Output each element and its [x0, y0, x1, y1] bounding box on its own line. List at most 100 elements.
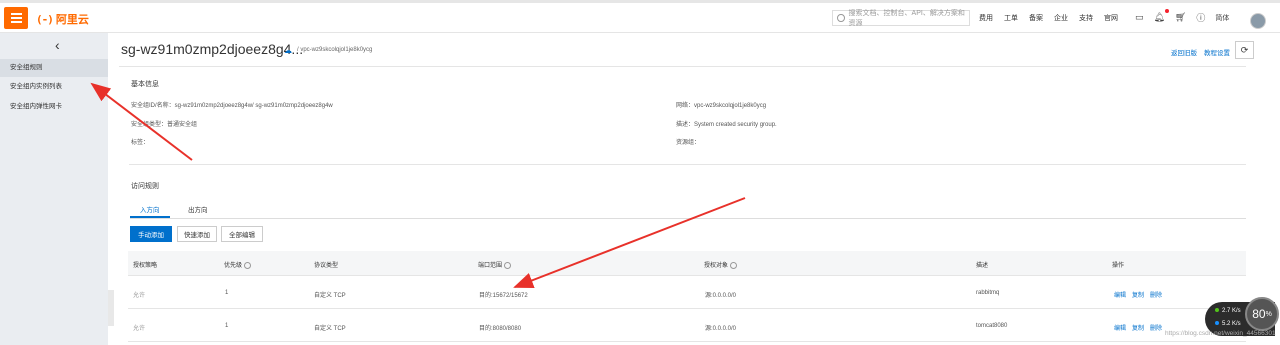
sidebar-item-eni[interactable]: 安全组内弹性网卡 [0, 98, 108, 116]
cell-port: 目的:15672/15672 [479, 293, 528, 299]
help-icon[interactable]: ⓘ [1196, 11, 1205, 24]
cloud-icon: ☁ [284, 46, 292, 55]
divider [119, 66, 1246, 67]
description-label: 描述： [676, 122, 695, 128]
main-content: sg-wz91m0zmp2djoeez8g4... ☁ / vpc-wz9skc… [114, 33, 1266, 345]
cell-policy: 允许 [133, 326, 146, 332]
upload-speed-value: 2.7 [1222, 308, 1231, 314]
cell-description: tomcat8080 [976, 323, 1008, 329]
top-icons: ▭ 🔔︎ 🛒︎ ⓘ 简体 [1135, 9, 1229, 24]
sg-type-label: 安全组类型： [131, 122, 168, 128]
delete-link[interactable]: 删除 [1150, 290, 1162, 299]
col-description: 描述 [976, 263, 989, 269]
col-priority: 优先级 [224, 260, 252, 269]
nav-billing[interactable]: 费用 [979, 13, 993, 23]
search-icon [837, 14, 845, 22]
language-switch[interactable]: 简体 [1215, 13, 1229, 23]
col-priority-label: 优先级 [224, 263, 243, 269]
page-title: sg-wz91m0zmp2djoeez8g4... [121, 41, 304, 57]
rules-title: 访问规则 [131, 183, 159, 190]
gauge-unit: % [1265, 310, 1272, 318]
direction-tabs: 入方向 出方向 [130, 202, 1246, 219]
refresh-icon: ⟳ [1240, 44, 1249, 55]
nav-icp[interactable]: 备案 [1029, 13, 1043, 23]
chevron-left-icon[interactable]: ‹ [55, 37, 60, 53]
terminal-icon[interactable]: ▭ [1135, 12, 1144, 23]
logo-mark: (-) [36, 12, 54, 26]
col-policy: 授权策略 [133, 263, 158, 269]
nav-support[interactable]: 支持 [1079, 13, 1093, 23]
nav-official-site[interactable]: 官网 [1104, 13, 1118, 23]
download-indicator-icon [1215, 321, 1219, 325]
sidebar-item-rules[interactable]: 安全组规则 [0, 59, 108, 77]
col-source: 授权对象 [704, 260, 738, 269]
refresh-button[interactable]: ⟳ [1235, 41, 1254, 59]
cell-policy: 允许 [133, 293, 146, 299]
sg-type-value: 普通安全组 [167, 122, 198, 128]
info-icon[interactable] [730, 261, 738, 269]
rules-table-header: 授权策略 优先级 协议类型 端口范围 授权对象 描述 操作 [128, 251, 1246, 276]
search-placeholder: 搜索文档、控制台、API、解决方案和资源 [848, 10, 965, 27]
browser-strip [0, 0, 1280, 3]
col-port-range: 端口范围 [478, 260, 512, 269]
info-icon[interactable] [244, 261, 252, 269]
menu-button[interactable] [4, 7, 28, 29]
sg-id-row: 安全组ID/名称：sg-wz91m0zmp2djoeez8g4w/ sg-wz9… [131, 100, 333, 109]
cell-description: rabbitmq [976, 290, 1000, 296]
basic-info-title: 基本信息 [131, 81, 159, 88]
tab-inbound[interactable]: 入方向 [140, 204, 160, 214]
info-icon[interactable] [504, 261, 512, 269]
usage-gauge[interactable]: 80% [1245, 297, 1279, 331]
cell-protocol: 自定义 TCP [314, 293, 346, 299]
col-port-label: 端口范围 [478, 263, 503, 269]
col-source-label: 授权对象 [704, 263, 729, 269]
upload-speed: 2.7 K/s [1215, 308, 1241, 314]
description-row: 描述：System created security group. [676, 119, 777, 128]
col-protocol: 协议类型 [314, 263, 339, 269]
tag-label: 标签： [131, 140, 150, 146]
sg-id-label: 安全组ID/名称： [131, 103, 175, 109]
back-to-old-link[interactable]: 返回旧版 [1171, 47, 1197, 57]
edit-all-button[interactable]: 全部编辑 [221, 226, 263, 242]
sidebar-item-instances[interactable]: 安全组内实例列表 [0, 78, 108, 96]
active-tab-indicator [130, 216, 170, 218]
cell-priority: 1 [225, 323, 229, 329]
sg-type-row: 安全组类型：普通安全组 [131, 119, 197, 128]
copy-link[interactable]: 复制 [1132, 323, 1144, 332]
tab-outbound[interactable]: 出方向 [188, 204, 208, 214]
avatar[interactable] [1250, 13, 1266, 29]
nav-ticket[interactable]: 工单 [1004, 13, 1018, 23]
top-navbar: (-) 阿里云 搜索文档、控制台、API、解决方案和资源 费用 工单 备案 企业… [0, 4, 1280, 33]
upload-speed-unit: K/s [1232, 308, 1241, 314]
bell-icon[interactable]: 🔔︎ [1154, 9, 1169, 23]
edit-link[interactable]: 编辑 [1114, 290, 1126, 299]
notification-badge [1164, 9, 1169, 13]
cell-priority: 1 [225, 290, 229, 296]
top-nav-links: 费用 工单 备案 企业 支持 官网 [979, 13, 1118, 23]
resource-group-label: 资源组： [676, 140, 701, 146]
page-links: 返回旧版 教程设置 [1171, 47, 1230, 57]
table-row: 允许 1 自定义 TCP 目的:8080/8080 源:0.0.0.0/0 to… [128, 309, 1246, 342]
copy-link[interactable]: 复制 [1132, 290, 1144, 299]
tutorial-settings-link[interactable]: 教程设置 [1204, 47, 1230, 57]
network-value: vpc-wz9skcolqjol1je8k0ycg [694, 103, 767, 109]
search-input[interactable]: 搜索文档、控制台、API、解决方案和资源 [832, 10, 970, 27]
network-row: 网络：vpc-wz9skcolqjol1je8k0ycg [676, 100, 766, 109]
cart-icon[interactable]: 🛒︎ [1175, 12, 1186, 23]
delete-link[interactable]: 删除 [1150, 323, 1162, 332]
sg-id-value: sg-wz91m0zmp2djoeez8g4w/ sg-wz91m0zmp2dj… [174, 103, 333, 109]
quick-add-button[interactable]: 快速添加 [177, 226, 217, 242]
sidebar: ‹ 安全组规则 安全组内实例列表 安全组内弹性网卡 [0, 33, 108, 345]
divider [129, 164, 1246, 165]
col-actions: 操作 [1112, 263, 1125, 269]
table-row: 允许 1 自定义 TCP 目的:15672/15672 源:0.0.0.0/0 … [128, 276, 1246, 309]
network-label: 网络： [676, 103, 695, 109]
nav-enterprise[interactable]: 企业 [1054, 13, 1068, 23]
manual-add-button[interactable]: 手动添加 [130, 226, 172, 242]
upload-indicator-icon [1215, 308, 1219, 312]
edit-link[interactable]: 编辑 [1114, 323, 1126, 332]
aliyun-logo[interactable]: (-) 阿里云 [36, 11, 89, 27]
vpc-breadcrumb[interactable]: / vpc-wz9skcolqjol1je8k0ycg [297, 47, 372, 53]
hamburger-icon [10, 13, 22, 23]
logo-text: 阿里云 [55, 14, 89, 26]
